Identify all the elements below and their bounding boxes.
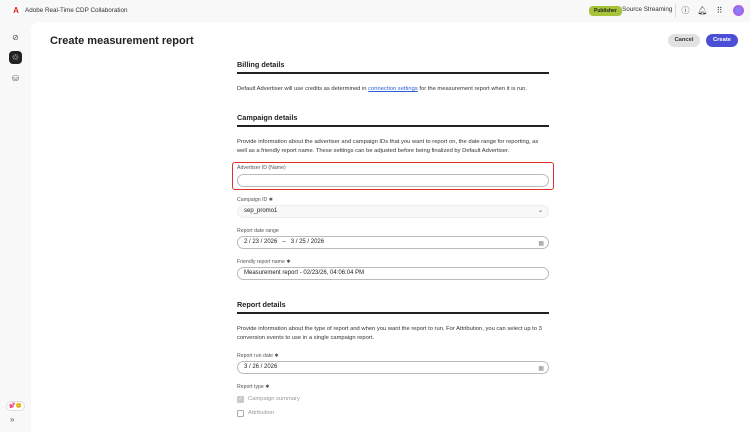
report-name-label: Friendly report name ✱: [237, 259, 291, 265]
calendar-icon[interactable]: ▦: [538, 364, 544, 375]
campaign-id-select[interactable]: sep_promo1 ⌄: [237, 205, 549, 218]
nav-collaboration-icon[interactable]: ♲: [9, 51, 22, 64]
run-date-label: Report run date ✱: [237, 353, 279, 359]
date-range-label: Report date range: [237, 228, 279, 234]
campaign-description: Provide information about the advertiser…: [237, 139, 539, 154]
date-range-input[interactable]: 2 / 23 / 2026 – 3 / 25 / 2026 ▦: [237, 236, 549, 249]
run-date-input[interactable]: 3 / 26 / 2026 ▦: [237, 361, 549, 374]
source-switcher[interactable]: Source Streaming: [622, 6, 672, 13]
apps-grid-icon[interactable]: ⠿: [714, 5, 725, 16]
billing-heading: Billing details: [237, 60, 285, 69]
divider: [237, 72, 549, 74]
report-type-label: Report type ✱: [237, 384, 270, 390]
feedback-icon[interactable]: 💕😊: [6, 401, 25, 411]
divider: [237, 312, 549, 314]
top-bar: A Adobe Real-Time CDP Collaboration Publ…: [0, 0, 750, 22]
app-title: Adobe Real-Time CDP Collaboration: [25, 7, 128, 14]
page-title: Create measurement report: [50, 35, 194, 47]
calendar-icon[interactable]: ▦: [538, 239, 544, 250]
advertiser-id-input[interactable]: [237, 174, 549, 187]
campaign-label: Campaign ID ✱: [237, 197, 274, 203]
divider: [675, 4, 676, 18]
nav-data-icon[interactable]: ⛁: [9, 72, 22, 85]
billing-text: Default Advertiser will use credits as d…: [237, 86, 528, 92]
campaign-summary-checkbox[interactable]: ✓: [237, 396, 244, 403]
publisher-badge: Publisher: [589, 6, 622, 16]
attribution-label: Attribution: [248, 410, 275, 416]
campaign-heading: Campaign details: [237, 113, 298, 122]
campaign-summary-label: Campaign summary: [248, 396, 300, 402]
expand-nav-icon[interactable]: »: [10, 415, 14, 424]
adobe-logo-icon[interactable]: A: [11, 6, 21, 16]
report-name-input[interactable]: Measurement report - 02/23/26, 04:06:04 …: [237, 267, 549, 280]
avatar[interactable]: [733, 5, 744, 16]
report-heading: Report details: [237, 300, 286, 309]
attribution-checkbox[interactable]: [237, 410, 244, 417]
advertiser-label: Advertiser ID (Name): [237, 165, 286, 171]
create-button[interactable]: Create: [706, 34, 738, 47]
bell-icon[interactable]: 🔔︎: [697, 5, 708, 16]
nav-home-icon[interactable]: ⊘: [9, 31, 22, 44]
chevron-down-icon: ⌄: [537, 208, 543, 214]
help-icon[interactable]: ⓘ: [680, 5, 691, 16]
connection-settings-link[interactable]: connection settings: [368, 86, 418, 92]
report-description: Provide information about the type of re…: [237, 326, 542, 341]
cancel-button[interactable]: Cancel: [668, 34, 700, 47]
divider: [237, 125, 549, 127]
